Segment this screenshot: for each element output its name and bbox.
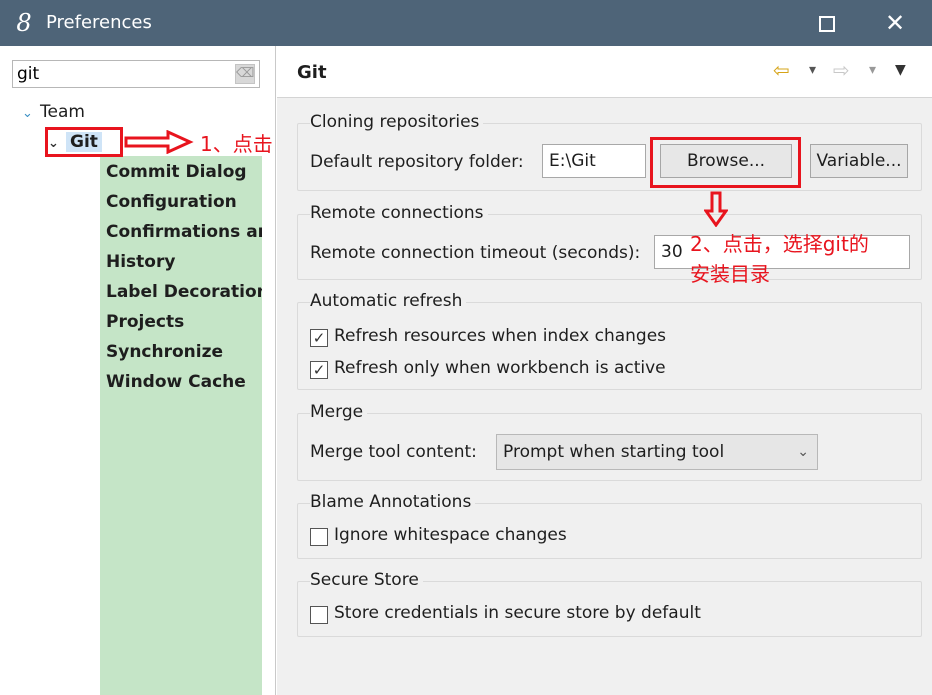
tree-item-history[interactable]: History (100, 248, 262, 276)
refresh-index-label: Refresh resources when index changes (334, 326, 667, 346)
tree-item-team[interactable]: ⌄ Team (22, 98, 262, 126)
step1-annotation: 1、点击 (200, 132, 273, 156)
tree-item-confirmations[interactable]: Confirmations ar (100, 218, 262, 246)
tree-item-label: Team (40, 102, 85, 122)
merge-tool-label: Merge tool content: (310, 442, 477, 462)
tree-item-synchronize[interactable]: Synchronize (100, 338, 262, 366)
blame-annotations-group: Blame Annotations Ignore whitespace chan… (297, 492, 922, 559)
preference-page: Git ⇦ ▾ ⇨ ▾ ▼ Cloning repositories Defau… (277, 46, 932, 695)
chevron-down-icon: ⌄ (797, 444, 809, 460)
refresh-index-checkbox[interactable]: ✓ (310, 329, 328, 347)
group-title: Merge (310, 402, 368, 422)
secure-store-group: Secure Store Store credentials in secure… (297, 570, 922, 637)
view-menu-icon[interactable]: ▼ (895, 62, 906, 78)
merge-tool-select[interactable]: Prompt when starting tool ⌄ (496, 434, 818, 470)
group-title: Automatic refresh (310, 291, 467, 311)
secure-store-checkbox[interactable] (310, 606, 328, 624)
ignore-whitespace-checkbox[interactable] (310, 528, 328, 546)
step2-arrow-icon (704, 191, 728, 227)
title-bar: 8 Preferences ✕ (0, 0, 932, 46)
forward-history-dropdown-icon[interactable]: ▾ (869, 62, 876, 78)
tree-item-label-decoration[interactable]: Label Decoration (100, 278, 262, 306)
refresh-workbench-label: Refresh only when workbench is active (334, 358, 666, 378)
page-header: Git ⇦ ▾ ⇨ ▾ ▼ (277, 46, 932, 98)
group-title: Remote connections (310, 203, 488, 223)
tree-item-configuration[interactable]: Configuration (100, 188, 262, 216)
secure-store-label: Store credentials in secure store by def… (334, 603, 701, 623)
default-folder-field[interactable]: E:\Git (542, 144, 646, 178)
tree-item-projects[interactable]: Projects (100, 308, 262, 336)
maximize-icon (819, 16, 835, 32)
preference-tree: ⌄ Team ⌄ Git Commit Dialog Configuration C… (12, 98, 262, 695)
variable-button[interactable]: Variable... (810, 144, 908, 178)
merge-tool-value: Prompt when starting tool (503, 442, 725, 462)
page-title: Git (297, 62, 327, 83)
git-highlight-box (45, 127, 123, 157)
filter-input[interactable] (17, 63, 227, 85)
timeout-label: Remote connection timeout (seconds): (310, 243, 641, 263)
group-title: Cloning repositories (310, 112, 484, 132)
step1-arrow-icon (124, 130, 194, 154)
tree-item-window-cache[interactable]: Window Cache (100, 368, 262, 396)
cloning-group: Cloning repositories Default repository … (297, 112, 922, 191)
merge-group: Merge Merge tool content: Prompt when st… (297, 402, 922, 481)
filter-box: ⌫ (12, 60, 260, 88)
ignore-whitespace-label: Ignore whitespace changes (334, 525, 567, 545)
window-title: Preferences (46, 12, 152, 33)
step2-annotation-line1: 2、点击，选择git的 (690, 232, 869, 256)
browse-highlight-box (650, 137, 801, 188)
expanded-chevron-icon[interactable]: ⌄ (22, 100, 40, 128)
back-history-dropdown-icon[interactable]: ▾ (809, 62, 816, 78)
clear-filter-icon[interactable]: ⌫ (235, 64, 255, 84)
close-button[interactable]: ✕ (865, 0, 925, 46)
default-folder-label: Default repository folder: (310, 152, 524, 172)
eclipse-app-icon: 8 (16, 9, 32, 37)
group-title: Secure Store (310, 570, 423, 590)
maximize-button[interactable] (797, 0, 857, 46)
back-arrow-icon[interactable]: ⇦ (773, 58, 790, 82)
tree-item-commit-dialog[interactable]: Commit Dialog (100, 158, 262, 186)
group-title: Blame Annotations (310, 492, 476, 512)
refresh-workbench-checkbox[interactable]: ✓ (310, 361, 328, 379)
step2-annotation-line2: 安装目录 (690, 262, 770, 286)
forward-arrow-icon[interactable]: ⇨ (833, 58, 850, 82)
automatic-refresh-group: Automatic refresh ✓ Refresh resources wh… (297, 291, 922, 390)
